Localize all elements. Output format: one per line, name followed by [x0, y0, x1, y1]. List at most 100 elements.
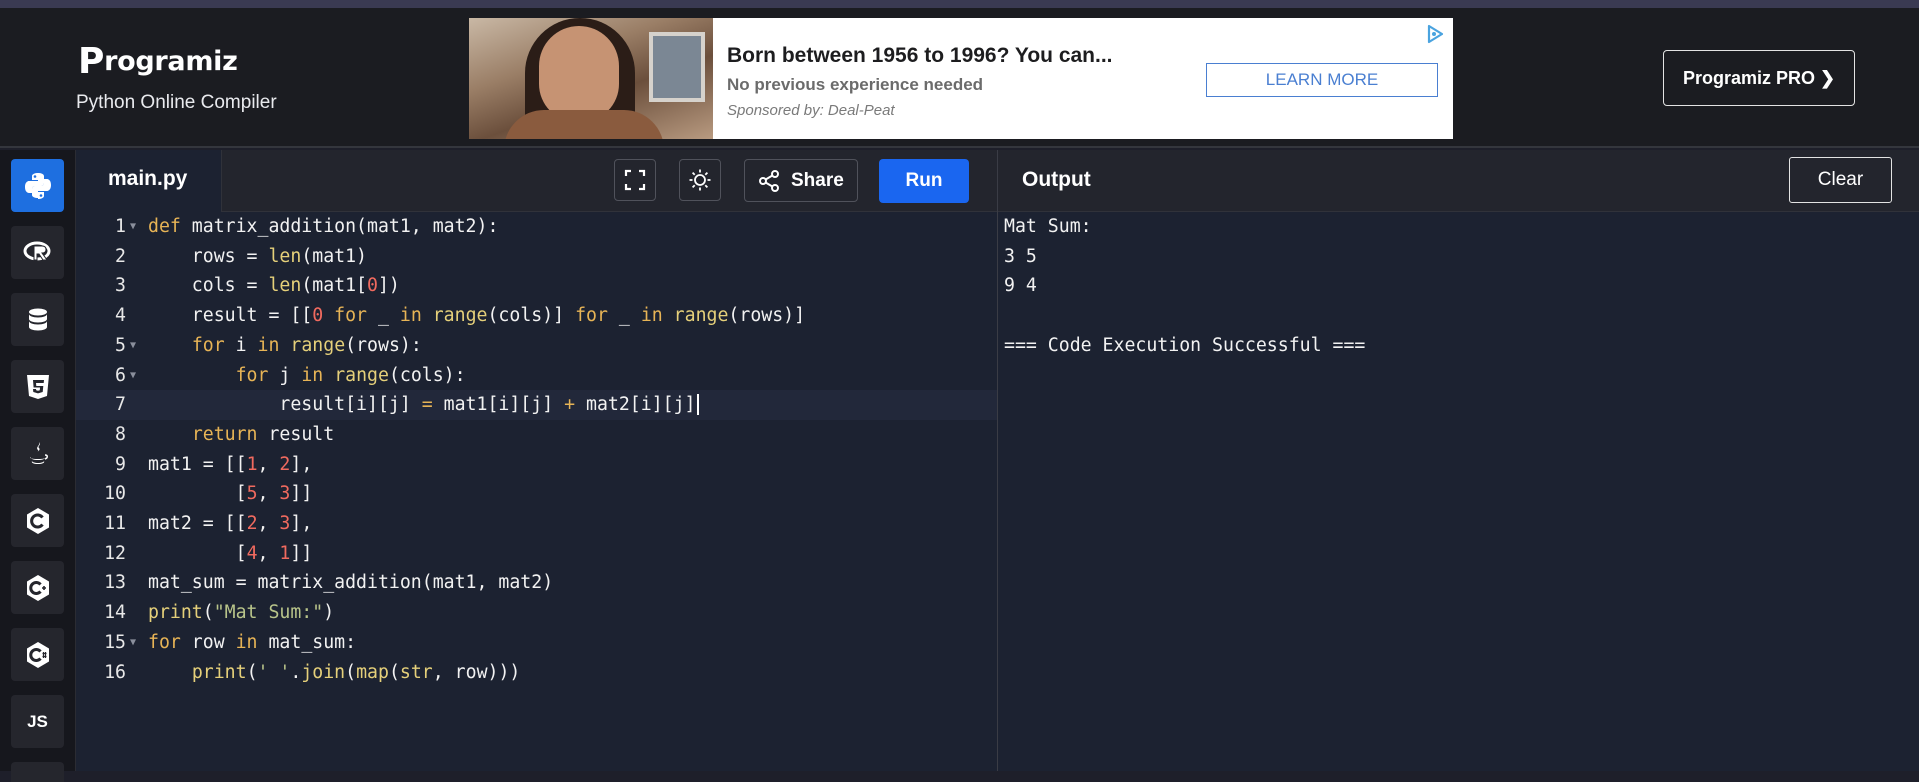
clear-button[interactable]: Clear [1789, 157, 1892, 203]
share-icon [759, 169, 779, 192]
code-line[interactable]: 3 cols = len(mat1[0]) [76, 271, 997, 301]
line-number: 12 [104, 542, 126, 564]
line-number: 14 [104, 602, 126, 624]
line-number: 6 [115, 364, 126, 386]
sidebar-item-java[interactable] [11, 427, 64, 480]
fold-arrow-icon[interactable]: ▼ [130, 331, 136, 361]
share-label: Share [791, 169, 844, 191]
code-editor-panel: main.py Share Run 1 ▼ def matrix_addition(… [76, 150, 997, 771]
code-line[interactable]: 14 print("Mat Sum:") [76, 598, 997, 628]
line-number: 8 [115, 423, 126, 445]
code-line[interactable]: 15 ▼ for row in mat_sum: [76, 628, 997, 658]
line-number: 16 [104, 661, 126, 683]
line-number: 7 [115, 394, 126, 416]
programiz-logo[interactable]: Programiz [78, 38, 238, 82]
code-line[interactable]: 11 mat2 = [[2, 3], [76, 509, 997, 539]
code-text: for i in range(rows): [191, 334, 422, 356]
ad-sponsor: Sponsored by: Deal-Peat [727, 102, 895, 119]
code-text: [4, 1]] [148, 542, 313, 564]
adchoices-icon[interactable] [1425, 24, 1445, 44]
code-line[interactable]: 2 rows = len(mat1) [76, 242, 997, 272]
code-line[interactable]: 8 return result [76, 420, 997, 450]
code-text: cols = len(mat1[0]) [148, 275, 400, 297]
sidebar-item-more[interactable] [11, 762, 64, 782]
line-number: 15 [104, 631, 126, 653]
advertisement-banner[interactable]: Born between 1956 to 1996? You can... No… [469, 18, 1453, 139]
fullscreen-button[interactable] [614, 159, 656, 201]
sidebar-item-cplusplus[interactable] [11, 561, 64, 614]
line-number: 10 [104, 483, 126, 505]
code-text: result = [[0 for _ in range(cols)] for _… [148, 305, 806, 327]
page-subtitle: Python Online Compiler [76, 92, 277, 113]
output-line: 9 4 [1004, 275, 1037, 297]
sun-icon [689, 169, 711, 191]
editor-toolbar: main.py Share Run [76, 150, 997, 212]
line-number: 3 [115, 275, 126, 297]
theme-toggle-button[interactable] [679, 159, 721, 201]
code-line[interactable]: 6 ▼ for j in range(cols): [76, 361, 997, 391]
line-number: 1 [115, 216, 126, 237]
code-text: rows = len(mat1) [148, 245, 368, 267]
fold-arrow-icon[interactable]: ▼ [130, 361, 136, 391]
programiz-pro-button[interactable]: Programiz PRO ❯ [1663, 50, 1855, 106]
share-button[interactable]: Share [744, 159, 858, 202]
sidebar-item-c[interactable] [11, 494, 64, 547]
ad-image-body [504, 110, 664, 139]
browser-top-strip [0, 0, 1919, 8]
code-line[interactable]: 13 mat_sum = matrix_addition(mat1, mat2) [76, 568, 997, 598]
code-text: mat1 = [[1, 2], [148, 453, 313, 475]
ad-image-face [539, 26, 619, 122]
sidebar-item-csharp[interactable] [11, 628, 64, 681]
header: Programiz Python Online Compiler Born be… [0, 8, 1919, 148]
database-icon [28, 308, 47, 330]
js-icon: JS [27, 711, 48, 731]
fullscreen-icon [624, 169, 646, 191]
code-text: mat2 = [[2, 3], [148, 513, 313, 534]
output-toolbar: Output Clear [998, 150, 1919, 212]
sidebar-item-sql[interactable] [11, 293, 64, 346]
python-icon [24, 172, 51, 199]
code-line-current[interactable]: 7 result[i][j] = mat1[i][j] + mat2[i][j] [76, 390, 997, 420]
code-text: result[i][j] = mat1[i][j] + mat2[i][j] [148, 390, 699, 420]
r-icon [23, 241, 50, 260]
code-line[interactable]: 1 ▼ def matrix_addition(mat1, mat2): [76, 212, 997, 242]
ad-subtitle: No previous experience needed [727, 75, 984, 94]
run-button[interactable]: Run [879, 159, 969, 203]
ad-image[interactable] [469, 18, 713, 139]
code-area[interactable]: 1 ▼ def matrix_addition(mat1, mat2): 2 row… [76, 212, 997, 771]
ad-image-window [649, 32, 705, 102]
sidebar-item-js[interactable]: JS [11, 695, 64, 748]
code-text: for j in range(cols): [235, 364, 466, 386]
c-icon [26, 507, 49, 534]
line-number: 13 [104, 572, 126, 594]
code-line[interactable]: 4 result = [[0 for _ in range(cols)] for… [76, 301, 997, 331]
code-line[interactable]: 16 print(' '.join(map(str, row))) [76, 658, 997, 688]
java-icon [29, 441, 48, 464]
code-line[interactable]: 12 [4, 1]] [76, 539, 997, 569]
sidebar-item-python[interactable] [11, 159, 64, 212]
output-line: === Code Execution Successful === [1004, 334, 1366, 356]
line-number: 2 [115, 245, 126, 267]
html5-icon [26, 374, 49, 399]
code-text: print("Mat Sum:") [148, 602, 335, 624]
code-line[interactable]: 9 mat1 = [[1, 2], [76, 450, 997, 480]
fold-arrow-icon[interactable]: ▼ [130, 212, 136, 242]
ad-title[interactable]: Born between 1956 to 1996? You can... [727, 44, 1113, 68]
language-sidebar: JS [0, 150, 76, 782]
output-title: Output [1022, 168, 1091, 191]
line-number: 9 [115, 453, 126, 475]
sidebar-item-html[interactable] [11, 360, 64, 413]
output-panel: Output Clear Mat Sum: 3 5 9 4 === Code E… [997, 150, 1919, 771]
output-line: 3 5 [1004, 245, 1037, 267]
sidebar-item-r[interactable] [11, 226, 64, 279]
code-text: def matrix_addition(mat1, mat2): [148, 216, 499, 237]
output-console[interactable]: Mat Sum: 3 5 9 4 === Code Execution Succ… [1004, 212, 1365, 360]
tab-main-py[interactable]: main.py [76, 150, 222, 212]
fold-arrow-icon[interactable]: ▼ [130, 628, 136, 658]
code-line[interactable]: 10 [5, 3]] [76, 479, 997, 509]
code-text: print(' '.join(map(str, row))) [191, 661, 521, 683]
ad-learn-more-button[interactable]: LEARN MORE [1206, 63, 1438, 97]
csharp-icon [26, 641, 49, 668]
code-line[interactable]: 5 ▼ for i in range(rows): [76, 331, 997, 361]
